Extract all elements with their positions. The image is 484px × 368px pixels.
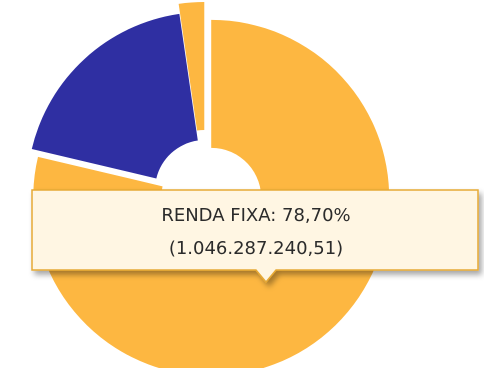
slice-unlabeled-1[interactable]	[31, 13, 198, 179]
slices-layer	[31, 2, 390, 368]
tooltip-line-1: RENDA FIXA: 78,70%	[161, 205, 350, 226]
tooltip	[31, 189, 479, 284]
donut-chart: RENDA FIXA: 78,70% (1.046.287.240,51)	[31, 2, 479, 368]
tooltip-line-2: (1.046.287.240,51)	[169, 238, 343, 259]
chart-container: RENDA FIXA: 78,70% (1.046.287.240,51)	[0, 0, 484, 368]
tooltip-box	[31, 189, 479, 284]
